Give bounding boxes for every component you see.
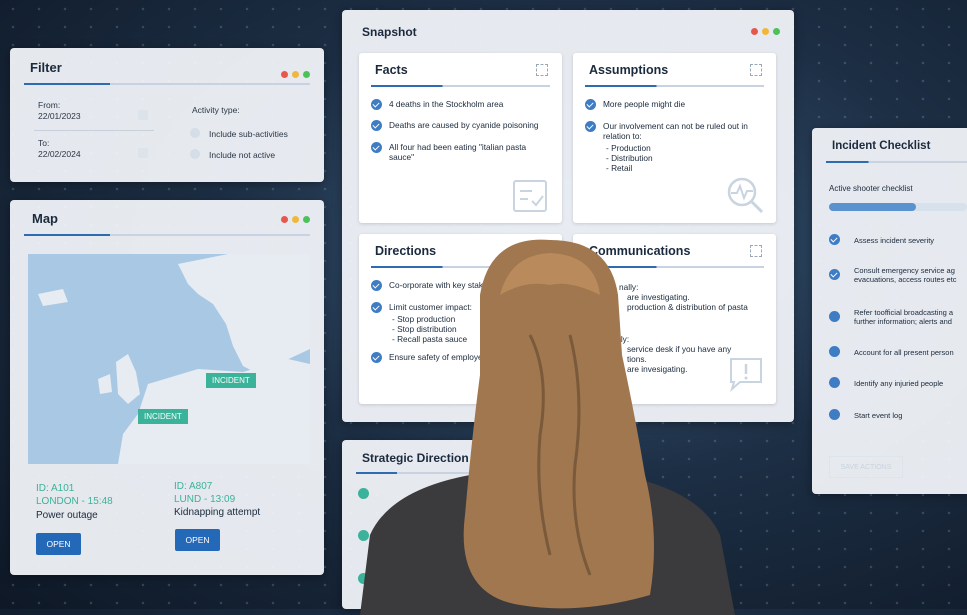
checklist-item: Assess incident severity (854, 236, 935, 245)
checklist-item: Consult emergency service ag evacuations… (854, 266, 957, 284)
unchecked-icon[interactable] (829, 377, 840, 388)
fact-text: 4 deaths in the Stockholm area (389, 99, 504, 109)
from-divider (34, 130, 154, 131)
activity-type-label: Activity type: (192, 105, 240, 115)
sub-activities-radio[interactable] (190, 128, 200, 138)
not-active-radio[interactable] (190, 149, 200, 159)
sub-item: - Production (606, 143, 651, 153)
expand-icon[interactable] (536, 64, 548, 76)
not-active-label: Include not active (209, 150, 276, 160)
map-panel: Map INCIDENT INCIDENT ID: A101 LONDON - … (10, 200, 324, 575)
checklist-item: Account for all present person (854, 348, 954, 357)
minimize-dot-icon[interactable] (762, 28, 769, 35)
card-underline (371, 85, 550, 87)
from-label: From: (38, 100, 61, 110)
check-icon (371, 99, 382, 110)
close-dot-icon[interactable] (281, 216, 288, 223)
title-underline (826, 161, 967, 163)
incident-type: Power outage (36, 510, 98, 521)
maximize-dot-icon[interactable] (303, 71, 310, 78)
title-underline (24, 83, 310, 85)
save-actions-button[interactable]: SAVE ACTIONS (829, 456, 903, 478)
checklist-icon (513, 180, 547, 212)
close-dot-icon[interactable] (281, 71, 288, 78)
fact-text: Deaths are caused by cyanide poisoning (389, 120, 539, 130)
unchecked-icon[interactable] (829, 311, 840, 322)
expand-icon[interactable] (750, 64, 762, 76)
calendar-icon[interactable] (138, 148, 148, 158)
facts-title: Facts (375, 63, 408, 77)
facts-card: Facts 4 deaths in the Stockholm area Dea… (359, 53, 562, 223)
incident-marker[interactable]: INCIDENT (138, 409, 188, 424)
filter-panel: Filter From: 22/01/2023 To: 22/02/2024 A… (10, 48, 324, 182)
checklist-item: Identify any injuried people (854, 379, 944, 388)
to-label: To: (38, 138, 50, 148)
person-silhouette (360, 239, 735, 615)
assumptions-card: Assumptions More people might die Our in… (573, 53, 776, 223)
close-dot-icon[interactable] (751, 28, 758, 35)
check-icon[interactable] (829, 234, 840, 245)
incident-type: Kidnapping attempt (174, 507, 261, 518)
list-item: Deaths are caused by cyanide poisoning (371, 120, 556, 131)
list-item: 4 deaths in the Stockholm area (371, 99, 551, 110)
checklist-item: Start event log (854, 411, 903, 420)
progress-fill (829, 203, 916, 211)
incident-location: LONDON - 15:48 (36, 496, 113, 507)
check-icon (585, 121, 596, 132)
assumption-text: More people might die (603, 99, 686, 109)
assumption-text: Our involvement can not be ruled out in … (603, 121, 748, 141)
magnifier-icon (727, 177, 764, 214)
list-item: Our involvement can not be ruled out in … (585, 121, 750, 141)
incident-id: ID: A101 (36, 483, 75, 494)
unchecked-icon[interactable] (829, 409, 840, 420)
fact-text: All four had been eating "italian pasta … (389, 142, 527, 162)
minimize-dot-icon[interactable] (292, 216, 299, 223)
to-field[interactable]: 22/02/2024 (38, 149, 81, 159)
maximize-dot-icon[interactable] (773, 28, 780, 35)
open-incident-button[interactable]: OPEN (36, 533, 81, 555)
incident-marker[interactable]: INCIDENT (206, 373, 256, 388)
list-item: More people might die (585, 99, 765, 110)
sub-item: - Retail (606, 163, 633, 173)
checklist-item: Refer toofficial broadcasting a further … (854, 308, 954, 326)
unchecked-icon[interactable] (829, 346, 840, 357)
from-field[interactable]: 22/01/2023 (38, 111, 81, 121)
expand-icon[interactable] (750, 245, 762, 257)
progress-track (829, 203, 967, 211)
filter-title: Filter (30, 60, 62, 75)
check-icon[interactable] (829, 269, 840, 280)
maximize-dot-icon[interactable] (303, 216, 310, 223)
window-controls (751, 28, 780, 35)
open-incident-button[interactable]: OPEN (175, 529, 220, 551)
minimize-dot-icon[interactable] (292, 71, 299, 78)
title-underline (24, 234, 310, 236)
incident-id: ID: A807 (174, 481, 213, 492)
card-underline (585, 85, 764, 87)
map-title: Map (32, 211, 58, 226)
list-item: All four had been eating "italian pasta … (371, 142, 546, 162)
calendar-icon[interactable] (138, 110, 148, 120)
sub-item: - Distribution (606, 153, 653, 163)
check-icon (371, 120, 382, 131)
assumptions-title: Assumptions (589, 63, 669, 77)
snapshot-title: Snapshot (362, 25, 417, 39)
check-icon (371, 142, 382, 153)
window-controls (281, 71, 310, 78)
incident-location: LUND - 13:09 (174, 494, 236, 505)
check-icon (585, 99, 596, 110)
checklist-title: Incident Checklist (832, 140, 931, 152)
sub-activities-label: Include sub-activities (209, 129, 288, 139)
europe-map[interactable] (28, 254, 310, 464)
window-controls (281, 216, 310, 223)
incident-checklist-panel: Incident Checklist Active shooter checkl… (812, 128, 967, 494)
checklist-subtitle: Active shooter checklist (829, 184, 913, 193)
